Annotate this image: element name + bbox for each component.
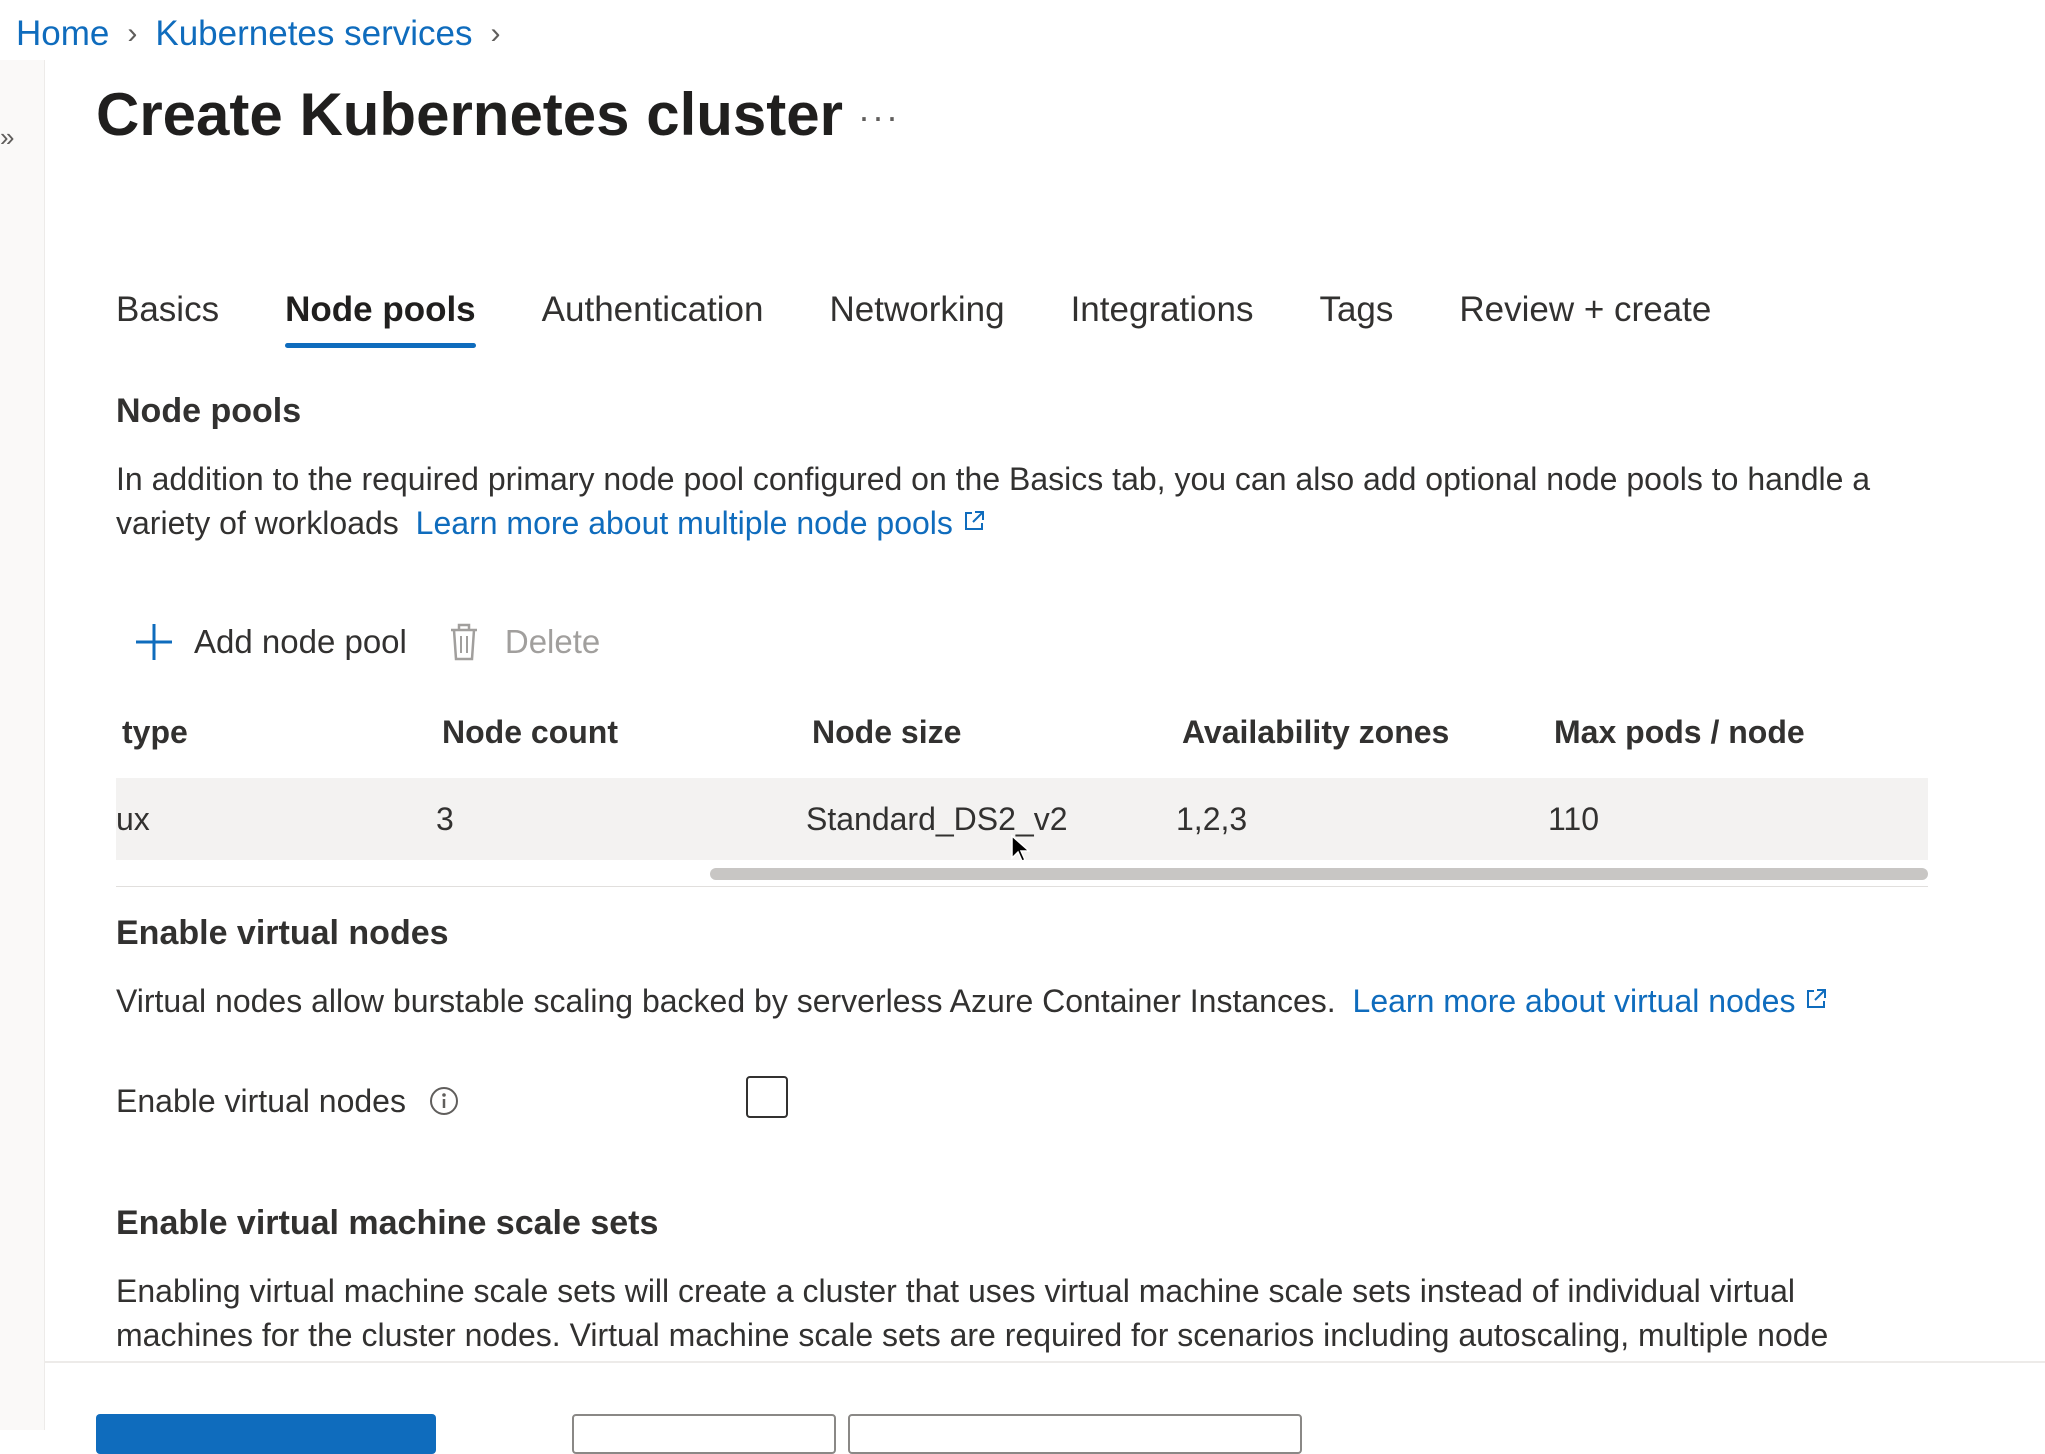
table-divider bbox=[116, 886, 1928, 887]
mouse-cursor-icon bbox=[1011, 834, 1030, 862]
learn-more-virtual-nodes-link[interactable]: Learn more about virtual nodes bbox=[1353, 983, 1828, 1019]
add-node-pool-button[interactable]: Add node pool bbox=[134, 622, 407, 662]
table-header-row: type Node count Node size Availability z… bbox=[116, 700, 1928, 764]
external-link-icon bbox=[1807, 989, 1827, 1008]
tab-basics[interactable]: Basics bbox=[116, 290, 219, 348]
breadcrumb: Home › Kubernetes services › bbox=[16, 14, 518, 54]
node-pools-section: Node pools In addition to the required p… bbox=[116, 392, 1926, 545]
cell-node-size: Standard_DS2_v2 bbox=[806, 800, 1068, 837]
tab-integrations[interactable]: Integrations bbox=[1071, 290, 1254, 348]
column-header-node-size[interactable]: Node size bbox=[812, 714, 1182, 751]
tab-authentication[interactable]: Authentication bbox=[542, 290, 764, 348]
tab-tags[interactable]: Tags bbox=[1319, 290, 1393, 348]
external-link-icon bbox=[964, 511, 984, 530]
breadcrumb-kubernetes-services-link[interactable]: Kubernetes services bbox=[155, 14, 472, 54]
learn-more-node-pools-link[interactable]: Learn more about multiple node pools bbox=[416, 505, 985, 541]
learn-more-node-pools-label: Learn more about multiple node pools bbox=[415, 505, 953, 541]
previous-button[interactable] bbox=[572, 1414, 836, 1454]
left-rail bbox=[0, 60, 45, 1430]
column-header-max-pods[interactable]: Max pods / node bbox=[1554, 714, 1914, 751]
footer-divider bbox=[44, 1361, 2045, 1363]
virtual-nodes-heading: Enable virtual nodes bbox=[116, 914, 449, 952]
virtual-nodes-description-text: Virtual nodes allow burstable scaling ba… bbox=[116, 983, 1336, 1019]
add-node-pool-label: Add node pool bbox=[194, 623, 407, 660]
column-header-availability-zones[interactable]: Availability zones bbox=[1182, 714, 1554, 751]
info-icon[interactable] bbox=[429, 1086, 459, 1116]
review-create-button[interactable] bbox=[96, 1414, 436, 1454]
delete-button[interactable]: Delete bbox=[447, 622, 600, 662]
trash-icon bbox=[450, 623, 477, 661]
page-title: Create Kubernetes cluster bbox=[96, 81, 843, 148]
tab-node-pools[interactable]: Node pools bbox=[285, 290, 476, 348]
enable-virtual-nodes-checkbox[interactable] bbox=[746, 1076, 788, 1118]
enable-virtual-nodes-field: Enable virtual nodes bbox=[116, 1079, 1926, 1123]
tab-review-create[interactable]: Review + create bbox=[1459, 290, 1711, 348]
learn-more-virtual-nodes-label: Learn more about virtual nodes bbox=[1352, 983, 1796, 1019]
node-pool-toolbar: Add node pool Delete bbox=[134, 622, 640, 662]
vmss-description: Enabling virtual machine scale sets will… bbox=[116, 1273, 1829, 1353]
vmss-heading: Enable virtual machine scale sets bbox=[116, 1204, 659, 1242]
cell-type: ux bbox=[116, 800, 150, 837]
chevron-right-icon: › bbox=[490, 17, 501, 50]
cell-node-count: 3 bbox=[436, 800, 454, 837]
cell-max-pods: 110 bbox=[1548, 800, 1600, 837]
scrollbar-thumb[interactable] bbox=[710, 868, 1928, 880]
node-pools-description-text: In addition to the required primary node… bbox=[116, 461, 1871, 541]
plus-icon bbox=[136, 624, 172, 660]
next-button[interactable] bbox=[848, 1414, 1302, 1454]
node-pools-description: In addition to the required primary node… bbox=[116, 457, 1926, 545]
breadcrumb-home-link[interactable]: Home bbox=[16, 14, 109, 54]
chevron-right-icon: › bbox=[127, 17, 138, 50]
virtual-nodes-section: Enable virtual nodes Virtual nodes allow… bbox=[116, 914, 1926, 1123]
delete-label: Delete bbox=[504, 623, 601, 660]
double-chevron-right-icon[interactable]: » bbox=[0, 122, 14, 153]
more-options-icon[interactable]: ··· bbox=[858, 96, 900, 138]
node-pools-heading: Node pools bbox=[116, 392, 302, 430]
tab-networking[interactable]: Networking bbox=[829, 290, 1004, 348]
enable-virtual-nodes-label: Enable virtual nodes bbox=[116, 1083, 406, 1119]
virtual-nodes-description: Virtual nodes allow burstable scaling ba… bbox=[116, 979, 1926, 1023]
cell-availability-zones: 1,2,3 bbox=[1176, 800, 1248, 837]
tab-bar: Basics Node pools Authentication Network… bbox=[116, 290, 1777, 348]
column-header-node-count[interactable]: Node count bbox=[442, 714, 812, 751]
vmss-section: Enable virtual machine scale sets Enabli… bbox=[116, 1204, 1926, 1357]
column-header-type[interactable]: type bbox=[116, 714, 442, 751]
